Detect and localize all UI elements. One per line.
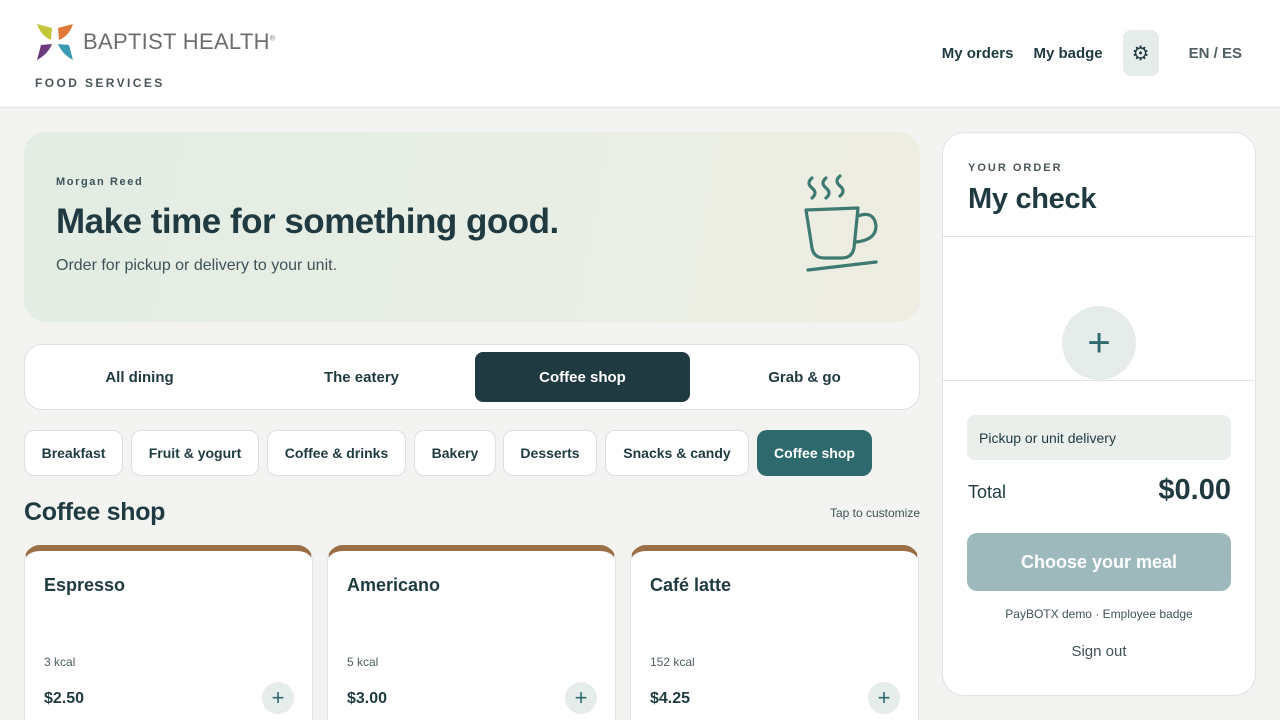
sign-out-link[interactable]: Sign out — [943, 643, 1255, 660]
tab-the-eatery[interactable]: The eatery — [254, 352, 469, 402]
brand-subtitle: FOOD SERVICES — [35, 76, 165, 90]
check-title: My check — [968, 183, 1097, 215]
tab-grab-and-go[interactable]: Grab & go — [697, 352, 912, 402]
item-name: Café latte — [650, 575, 732, 595]
category-fruit-yogurt[interactable]: Fruit & yogurt — [131, 430, 259, 476]
plus-icon: + — [271, 685, 285, 710]
category-bakery[interactable]: Bakery — [414, 430, 496, 476]
item-name: Americano — [347, 575, 441, 595]
app-header: BAPTIST HEALTH® FOOD SERVICES My orders … — [0, 0, 1280, 108]
fulfillment-select[interactable]: Pickup or unit delivery — [967, 415, 1231, 460]
plus-icon: + — [574, 685, 588, 710]
tab-coffee-shop[interactable]: Coffee shop — [475, 352, 690, 402]
language-toggle[interactable]: EN / ES — [1189, 45, 1242, 62]
item-price: $4.25 — [650, 690, 691, 707]
user-name: Morgan Reed — [56, 176, 144, 188]
total-value: $0.00 — [1158, 474, 1231, 506]
add-item-button[interactable]: + — [868, 682, 900, 714]
divider — [943, 236, 1255, 237]
gear-icon: ⚙ — [1131, 42, 1150, 65]
brand-name: BAPTIST HEALTH® — [83, 29, 276, 54]
check-eyebrow: YOUR ORDER — [968, 162, 1063, 174]
add-to-check-button[interactable]: + — [1062, 306, 1136, 380]
customize-hint: Tap to customize — [829, 506, 920, 520]
category-snacks-candy[interactable]: Snacks & candy — [605, 430, 749, 476]
total-label: Total — [968, 482, 1007, 502]
venue-tabs: All dining The eatery Coffee shop Grab &… — [24, 344, 920, 410]
my-badge-link[interactable]: My badge — [1033, 45, 1102, 62]
hero-subtitle: Order for pickup or delivery to your uni… — [56, 257, 338, 274]
plus-icon: + — [1087, 321, 1111, 365]
welcome-banner: Morgan Reed Make time for something good… — [24, 132, 920, 322]
menu-item-card[interactable]: Café latte 152 kcal $4.25 + — [630, 545, 919, 720]
choose-meal-button[interactable]: Choose your meal — [967, 533, 1231, 591]
item-price: $2.50 — [44, 690, 85, 707]
item-calories: 152 kcal — [650, 655, 695, 669]
brand-logo[interactable]: BAPTIST HEALTH® — [35, 22, 275, 62]
item-calories: 5 kcal — [347, 655, 379, 669]
divider — [943, 380, 1255, 381]
category-coffee-shop[interactable]: Coffee shop — [757, 430, 872, 476]
item-price: $3.00 — [347, 690, 388, 707]
item-calories: 3 kcal — [44, 655, 76, 669]
menu-item-card[interactable]: Americano 5 kcal $3.00 + — [327, 545, 616, 720]
add-item-button[interactable]: + — [565, 682, 597, 714]
category-desserts[interactable]: Desserts — [503, 430, 597, 476]
settings-button[interactable]: ⚙ — [1122, 30, 1159, 76]
item-name: Espresso — [44, 575, 126, 595]
hero-title: Make time for something good. — [56, 202, 559, 241]
category-coffee-drinks[interactable]: Coffee & drinks — [267, 430, 406, 476]
category-breakfast[interactable]: Breakfast — [24, 430, 123, 476]
add-item-button[interactable]: + — [262, 682, 294, 714]
tab-all-dining[interactable]: All dining — [32, 352, 247, 402]
payment-note: PayBOTX demo · Employee badge — [1005, 607, 1193, 621]
coffee-cup-icon — [804, 174, 878, 272]
top-nav: My orders My badge ⚙ EN / ES — [942, 30, 1242, 76]
menu-item-card[interactable]: Espresso 3 kcal $2.50 + — [24, 545, 313, 720]
plus-icon: + — [877, 685, 891, 710]
section-title: Coffee shop — [24, 498, 166, 526]
baptist-health-logo-icon — [37, 24, 73, 60]
my-orders-link[interactable]: My orders — [942, 45, 1014, 62]
order-check-panel: YOUR ORDER My check + Pickup or unit del… — [942, 132, 1256, 696]
